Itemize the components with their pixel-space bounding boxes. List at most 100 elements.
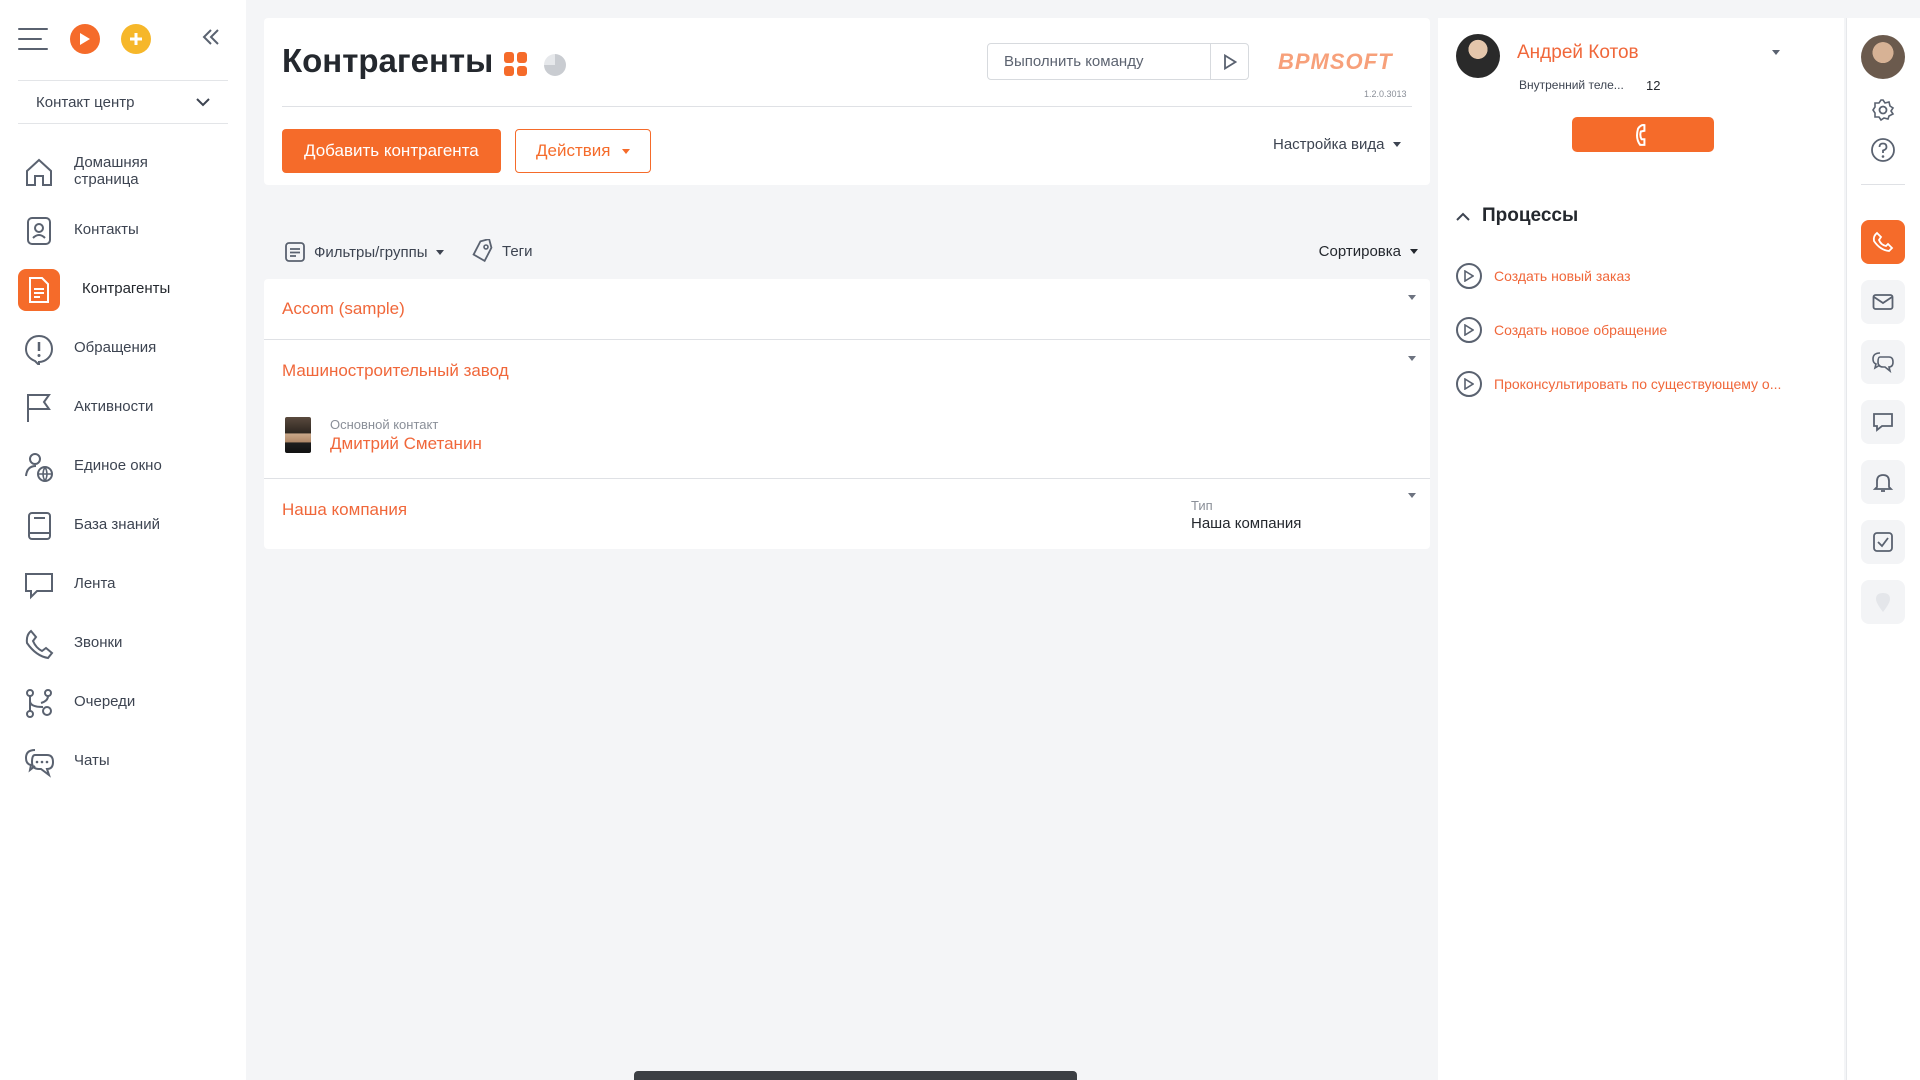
list-item[interactable]: Машиностроительный завод Основной контак…: [264, 340, 1430, 479]
sidebar-item-home[interactable]: Домашняя страница: [0, 142, 246, 201]
process-label: Создать новое обращение: [1494, 322, 1668, 338]
tags-label: Теги: [502, 242, 533, 260]
contact-icon: [22, 214, 56, 248]
call-button[interactable]: [1572, 117, 1714, 152]
run-command-button[interactable]: [1210, 44, 1248, 79]
chevron-up-icon: [1456, 212, 1470, 221]
quick-add-button[interactable]: [121, 24, 151, 54]
caret-down-icon[interactable]: [1408, 356, 1416, 361]
sidebar-item-label: Единое окно: [74, 457, 162, 475]
play-circle-icon: [1456, 317, 1482, 343]
sorting-button[interactable]: Сортировка: [1319, 243, 1418, 260]
phone-icon: [22, 627, 56, 661]
sidebar-item-activities[interactable]: Активности: [0, 378, 246, 437]
primary-contact-link[interactable]: Дмитрий Сметанин: [330, 434, 482, 454]
add-account-button[interactable]: Добавить контрагента: [282, 129, 501, 173]
tag-icon: [472, 239, 493, 263]
command-input[interactable]: [988, 44, 1210, 79]
sidebar-item-contacts[interactable]: Контакты: [0, 201, 246, 260]
page-title: Контрагенты: [282, 42, 494, 79]
main-content: Контрагенты BPMSOFT 1.2.0.3013 Добавить …: [264, 18, 1430, 549]
sidebar-item-feed[interactable]: Лента: [0, 555, 246, 614]
filters-label: Фильтры/группы: [314, 243, 428, 261]
view-settings-button[interactable]: Настройка вида: [1273, 136, 1402, 153]
phone-icon[interactable]: [1861, 220, 1905, 264]
bell-icon[interactable]: [1861, 460, 1905, 504]
profile-avatar[interactable]: [1861, 35, 1905, 79]
toolbar-divider: [1861, 184, 1905, 185]
play-circle-icon: [1456, 263, 1482, 289]
filter-list-icon: [285, 242, 305, 262]
process-item[interactable]: Проконсультировать по существующему о...: [1456, 371, 1781, 397]
primary-contact-label: Основной контакт: [330, 417, 439, 432]
version-label: 1.2.0.3013: [1364, 89, 1407, 99]
workspace-label: Контакт центр: [36, 93, 135, 111]
play-circle-icon: [1456, 371, 1482, 397]
globe-user-icon: [22, 450, 56, 484]
process-item[interactable]: Создать новый заказ: [1456, 263, 1631, 289]
sidebar-item-cases[interactable]: Обращения: [0, 319, 246, 378]
sidebar-item-accounts[interactable]: Контрагенты: [0, 260, 246, 319]
process-item[interactable]: Создать новое обращение: [1456, 317, 1667, 343]
type-value: Наша компания: [1191, 515, 1302, 532]
speech-bubble-icon: [22, 568, 56, 602]
collapse-sidebar-button[interactable]: [202, 28, 220, 50]
queue-icon: [22, 686, 56, 720]
plus-icon: [130, 33, 142, 45]
right-toolbar: [1846, 18, 1920, 1080]
sidebar-item-calls[interactable]: Звонки: [0, 614, 246, 673]
analytics-view-icon[interactable]: [544, 54, 566, 76]
contact-photo: [285, 417, 311, 453]
sidebar-item-label: Чаты: [74, 752, 110, 770]
left-sidebar: Контакт центр Домашняя страница Контакты…: [0, 0, 246, 1080]
document-icon: [18, 268, 60, 311]
menu-icon[interactable]: [18, 28, 48, 50]
actions-label: Действия: [536, 141, 611, 160]
chat-icon: [22, 745, 56, 779]
sidebar-item-label: Звонки: [74, 634, 123, 652]
settings-icon[interactable]: [1861, 88, 1905, 132]
caret-down-icon: [1393, 142, 1402, 147]
play-icon: [80, 33, 90, 45]
location-icon[interactable]: [1861, 580, 1905, 624]
sidebar-item-single-window[interactable]: Единое окно: [0, 437, 246, 496]
view-settings-label: Настройка вида: [1273, 136, 1385, 153]
chat-icon[interactable]: [1861, 340, 1905, 384]
tiles-view-icon[interactable]: [504, 52, 528, 76]
sidebar-item-label: База знаний: [74, 516, 160, 534]
sidebar-item-chats[interactable]: Чаты: [0, 732, 246, 791]
sidebar-item-knowledge-base[interactable]: База знаний: [0, 496, 246, 555]
sidebar-item-queues[interactable]: Очереди: [0, 673, 246, 732]
bottom-scrollbar[interactable]: [634, 1071, 1077, 1080]
account-name-link[interactable]: Accom (sample): [282, 299, 405, 319]
account-name-link[interactable]: Машиностроительный завод: [282, 361, 509, 381]
caret-down-icon[interactable]: [1408, 493, 1416, 498]
account-name-link[interactable]: Наша компания: [282, 500, 407, 520]
caret-down-icon: [622, 148, 631, 154]
command-line: [987, 43, 1249, 80]
filters-groups-button[interactable]: Фильтры/группы: [284, 241, 444, 263]
sorting-label: Сортировка: [1318, 243, 1401, 260]
caret-down-icon[interactable]: [1772, 50, 1780, 55]
help-icon[interactable]: [1861, 128, 1905, 172]
run-process-button[interactable]: [70, 24, 100, 54]
list-item[interactable]: Accom (sample): [264, 279, 1430, 340]
workspace-select[interactable]: Контакт центр: [18, 80, 228, 124]
sidebar-item-label: Домашняя страница: [74, 154, 148, 188]
task-icon[interactable]: [1861, 520, 1905, 564]
flag-icon: [22, 391, 56, 425]
caret-down-icon: [1410, 249, 1418, 254]
page-header: Контрагенты BPMSOFT 1.2.0.3013 Добавить …: [264, 18, 1430, 185]
sidebar-item-label: Лента: [74, 575, 116, 593]
list-item[interactable]: Наша компания Тип Наша компания: [264, 479, 1430, 549]
bpmsoft-logo: BPMSOFT: [1278, 49, 1393, 74]
caret-down-icon[interactable]: [1408, 295, 1416, 300]
communication-panel: Андрей Котов Внутренний теле... 12 Проце…: [1438, 18, 1844, 1080]
sidebar-nav: Домашняя страница Контакты Контрагенты О…: [0, 142, 246, 791]
tags-button[interactable]: Теги: [472, 239, 533, 263]
processes-header[interactable]: Процессы: [1456, 205, 1578, 227]
email-icon[interactable]: [1861, 280, 1905, 324]
user-name[interactable]: Андрей Котов: [1517, 42, 1639, 64]
feed-icon[interactable]: [1861, 400, 1905, 444]
actions-button[interactable]: Действия: [515, 129, 652, 173]
